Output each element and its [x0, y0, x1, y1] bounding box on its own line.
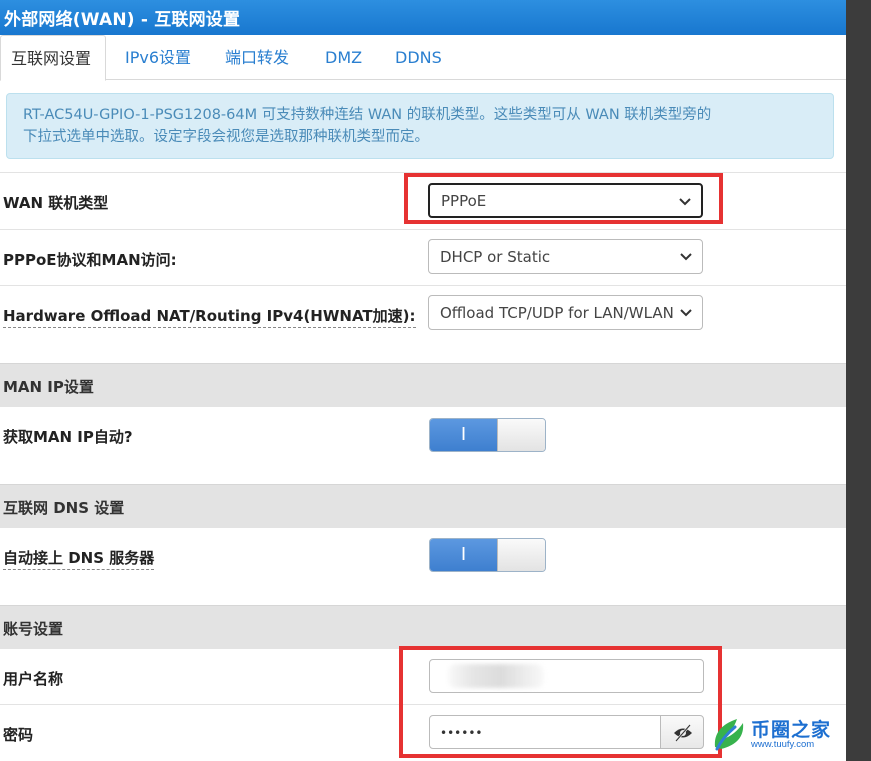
hwnat-row: Hardware Offload NAT/Routing IPv4(HWNAT加… — [0, 285, 846, 363]
tab-dmz[interactable]: DMZ — [309, 35, 378, 80]
toggle-knob — [497, 419, 545, 451]
pppoe-man-value: DHCP or Static — [440, 248, 551, 266]
chevron-down-icon — [680, 253, 692, 261]
wan-type-row: WAN 联机类型 — [0, 172, 846, 229]
tab-bar: 互联网设置 IPv6设置 端口转发 DMZ DDNS — [0, 35, 846, 81]
blurred-username-mask — [448, 664, 544, 688]
tab-ipv6-settings[interactable]: IPv6设置 — [109, 35, 207, 80]
dns-auto-row: 自动接上 DNS 服务器 — [0, 527, 846, 605]
username-input[interactable] — [429, 659, 704, 693]
tab-ddns[interactable]: DDNS — [379, 35, 458, 80]
man-ip-section-header: MAN IP设置 — [0, 363, 846, 406]
pppoe-label: PPPoE协议和MAN访问: — [3, 251, 177, 269]
toggle-on-indicator: I — [430, 419, 497, 451]
window-edge — [846, 0, 871, 761]
router-settings-page: 外部网络(WAN) - 互联网设置 互联网设置 IPv6设置 端口转发 DMZ … — [0, 0, 846, 761]
man-ip-auto-toggle[interactable]: I — [429, 418, 546, 452]
hwnat-select[interactable]: Offload TCP/UDP for LAN/WLAN — [428, 295, 703, 330]
username-row: 用户名称 — [0, 648, 846, 704]
toggle-on-indicator: I — [430, 539, 497, 571]
watermark-name: 币圈之家 — [751, 719, 832, 741]
account-section-header: 账号设置 — [0, 605, 846, 648]
info-text-line1: RT-AC54U-GPIO-1-PSG1208-64M 可支持数种连结 WAN … — [23, 107, 712, 123]
username-label: 用户名称 — [3, 670, 64, 688]
info-box: RT-AC54U-GPIO-1-PSG1208-64M 可支持数种连结 WAN … — [6, 93, 834, 159]
watermark-url: www.tuufy.com — [751, 739, 815, 750]
password-reveal-button[interactable] — [660, 715, 704, 749]
toggle-knob — [497, 539, 545, 571]
hwnat-value: Offload TCP/UDP for LAN/WLAN — [440, 304, 674, 322]
chevron-down-icon — [678, 303, 694, 323]
eye-slash-icon — [674, 724, 692, 742]
dns-auto-label: 自动接上 DNS 服务器 — [3, 547, 155, 570]
dns-auto-toggle[interactable]: I — [429, 538, 546, 572]
pppoe-man-select[interactable]: DHCP or Static — [428, 239, 703, 274]
password-input[interactable]: •••••• — [429, 715, 661, 749]
wan-type-value: PPPoE — [441, 192, 487, 210]
pppoe-row: PPPoE协议和MAN访问: — [0, 229, 846, 285]
tab-port-forwarding[interactable]: 端口转发 — [209, 35, 305, 80]
tab-internet-settings[interactable]: 互联网设置 — [0, 35, 107, 81]
watermark: 币圈之家 www.tuufy.com — [707, 713, 867, 755]
wan-type-select[interactable]: PPPoE — [428, 183, 703, 218]
password-value: •••••• — [440, 726, 483, 740]
wan-type-label: WAN 联机类型 — [3, 194, 109, 212]
page-title: 外部网络(WAN) - 互联网设置 — [0, 0, 846, 35]
chevron-down-icon — [679, 198, 691, 206]
dns-section-header: 互联网 DNS 设置 — [0, 484, 846, 527]
hwnat-label: Hardware Offload NAT/Routing IPv4(HWNAT加… — [3, 305, 416, 328]
password-label: 密码 — [3, 726, 34, 744]
man-ip-auto-label: 获取MAN IP自动? — [3, 428, 133, 446]
man-ip-auto-row: 获取MAN IP自动? — [0, 406, 846, 484]
info-text-line2: 下拉式选单中选取。设定字段会视您是选取那种联机类型而定。 — [23, 129, 429, 145]
leaf-logo-icon — [714, 719, 744, 751]
